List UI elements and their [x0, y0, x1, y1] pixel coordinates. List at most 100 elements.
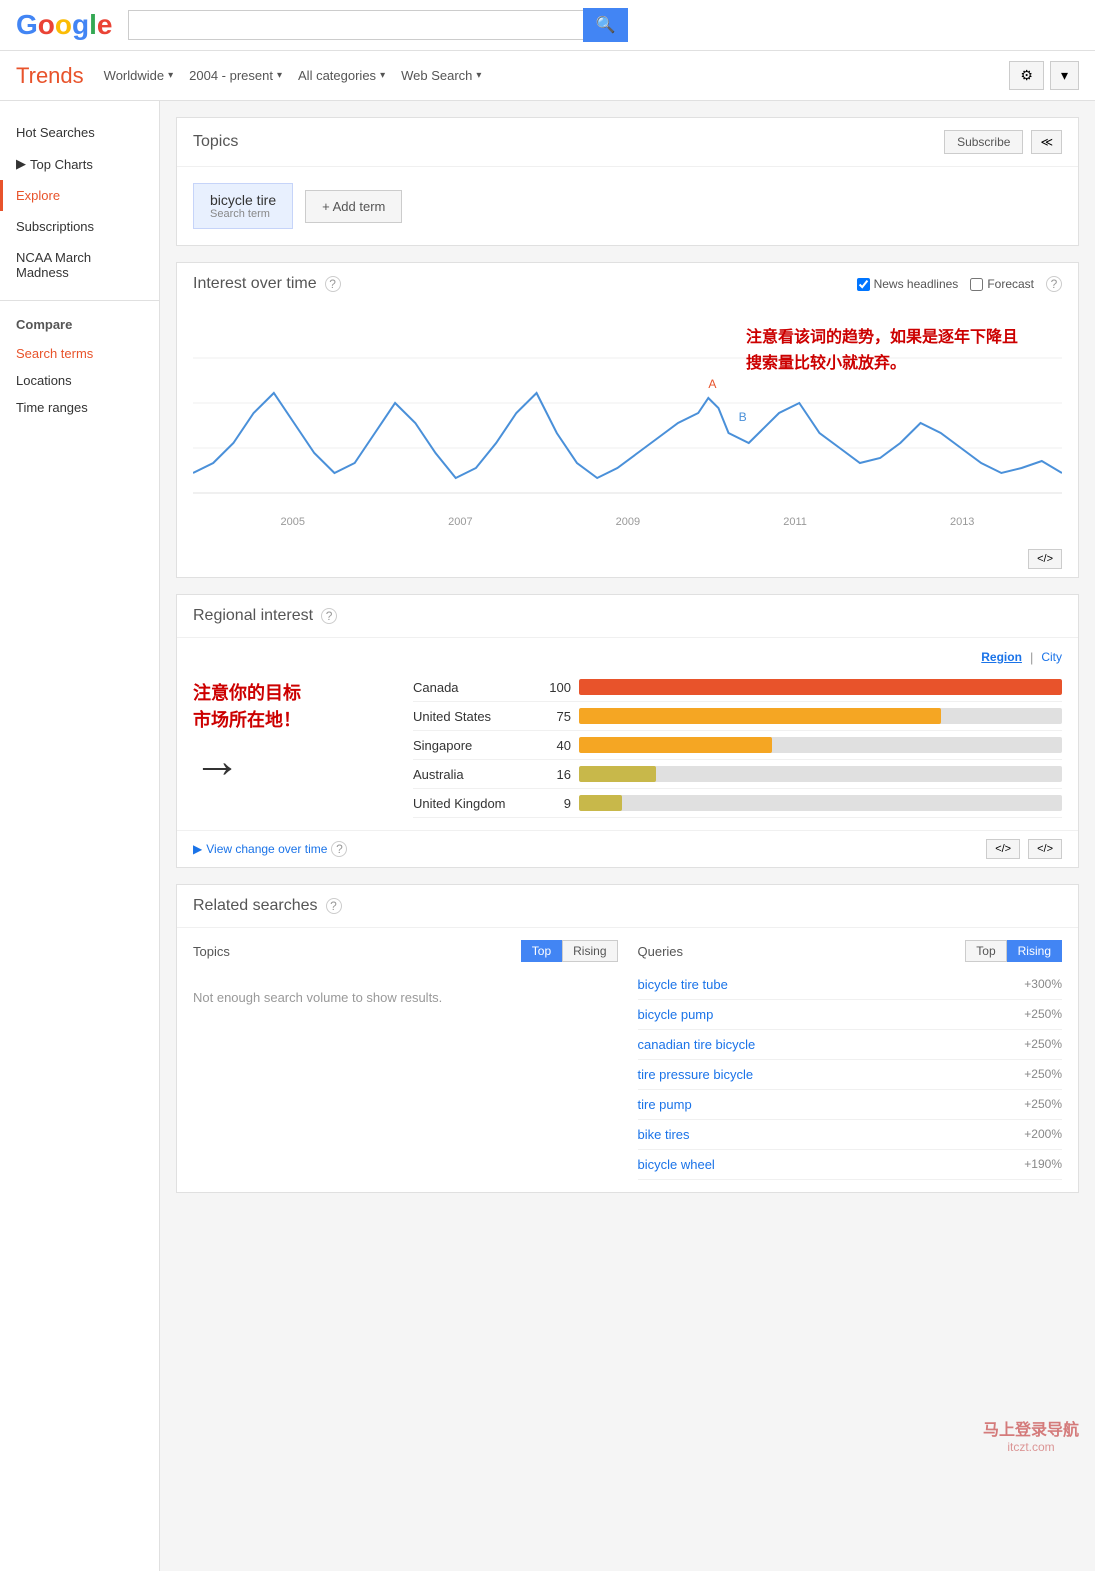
year-2005: 2005: [281, 516, 305, 528]
chart-area: 注意看该词的趋势，如果是逐年下降且搜索量比较小就放弃。 A B 2005 200…: [177, 305, 1078, 545]
regional-embed-button-left[interactable]: </>: [986, 839, 1020, 859]
share-button[interactable]: ≪: [1031, 130, 1062, 154]
query-link[interactable]: tire pump: [638, 1097, 692, 1112]
list-item: bicycle tire tube +300%: [638, 970, 1063, 1000]
regional-interest-card: Regional interest ? 注意你的目标市场所在地！ → Regio…: [176, 594, 1079, 868]
list-item: tire pump +250%: [638, 1090, 1063, 1120]
topics-label: Topics: [193, 944, 230, 959]
country-score: 75: [541, 709, 571, 724]
related-queries-col: Queries Top Rising bicycle tire tube +30…: [638, 940, 1063, 1180]
query-link[interactable]: tire pressure bicycle: [638, 1067, 754, 1082]
topics-top-button[interactable]: Top: [521, 940, 562, 962]
content: Topics Subscribe ≪ bicycle tire Search t…: [160, 101, 1095, 1571]
interest-help-icon[interactable]: ?: [325, 276, 341, 292]
related-body: Topics Top Rising Not enough search volu…: [177, 928, 1078, 1192]
queries-top-button[interactable]: Top: [965, 940, 1006, 962]
country-name: United States: [413, 709, 533, 724]
annotation-text: 注意你的目标市场所在地！: [193, 680, 393, 734]
arrow-right-icon: →: [193, 734, 393, 789]
region-link[interactable]: Region: [981, 650, 1022, 665]
search-button[interactable]: 🔍: [583, 8, 629, 42]
chevron-down-icon: ▾: [168, 70, 173, 81]
regional-annotation: 注意你的目标市场所在地！ →: [193, 650, 393, 818]
topic-pill[interactable]: bicycle tire Search term: [193, 183, 293, 229]
topics-rising-button[interactable]: Rising: [562, 940, 617, 962]
regional-help-icon[interactable]: ?: [321, 608, 337, 624]
query-link[interactable]: bicycle wheel: [638, 1157, 715, 1172]
country-score: 16: [541, 767, 571, 782]
related-queries-header: Queries Top Rising: [638, 940, 1063, 962]
topics-actions: Subscribe ≪: [944, 130, 1062, 154]
list-item: bicycle pump +250%: [638, 1000, 1063, 1030]
search-input[interactable]: [128, 10, 582, 40]
add-term-button[interactable]: + Add term: [305, 190, 402, 223]
sidebar-item-explore[interactable]: Explore: [0, 180, 159, 211]
nav-worldwide[interactable]: Worldwide ▾: [104, 68, 173, 83]
sidebar-compare-section: Compare Search terms Locations Time rang…: [0, 300, 159, 421]
country-score: 100: [541, 680, 571, 695]
year-2011: 2011: [783, 516, 807, 528]
sidebar-item-top-charts[interactable]: ▶ Top Charts: [0, 148, 159, 180]
news-headlines-label[interactable]: News headlines: [857, 277, 959, 291]
topic-pill-name: bicycle tire: [210, 192, 276, 208]
regional-embed-button-right[interactable]: </>: [1028, 839, 1062, 859]
country-bar-bg: [579, 708, 1062, 724]
query-link[interactable]: bicycle pump: [638, 1007, 714, 1022]
related-searches-header: Related searches ?: [177, 885, 1078, 928]
table-row: Canada 100: [413, 673, 1062, 702]
country-bar: [579, 795, 622, 811]
query-pct: +190%: [1024, 1157, 1062, 1172]
query-link[interactable]: bicycle tire tube: [638, 977, 728, 992]
regional-body: 注意你的目标市场所在地！ → Region | City Canada 100: [177, 638, 1078, 830]
svg-text:B: B: [739, 410, 747, 424]
trends-nav: Worldwide ▾ 2004 - present ▾ All categor…: [104, 68, 990, 83]
related-topics-col: Topics Top Rising Not enough search volu…: [193, 940, 618, 1180]
query-link[interactable]: bike tires: [638, 1127, 690, 1142]
list-item: tire pressure bicycle +250%: [638, 1060, 1063, 1090]
nav-date[interactable]: 2004 - present ▾: [189, 68, 282, 83]
sidebar-item-locations[interactable]: Locations: [0, 367, 159, 394]
chevron-down-icon: ▾: [380, 70, 385, 81]
forecast-label[interactable]: Forecast: [970, 277, 1034, 291]
chart-years: 2005 2007 2009 2011 2013: [193, 516, 1062, 528]
topics-card: Topics Subscribe ≪ bicycle tire Search t…: [176, 117, 1079, 246]
regional-table: Region | City Canada 100 United States: [413, 650, 1062, 818]
related-help-icon[interactable]: ?: [326, 898, 342, 914]
country-bar-bg: [579, 679, 1062, 695]
sidebar-item-ncaa[interactable]: NCAA March Madness: [0, 242, 159, 288]
regional-title-row: Regional interest ?: [193, 607, 337, 625]
subscribe-button[interactable]: Subscribe: [944, 130, 1023, 154]
google-logo: Google: [16, 9, 112, 41]
search-bar: 🔍: [128, 8, 628, 42]
view-change-link[interactable]: ▶ View change over time ?: [193, 841, 347, 857]
related-searches-card: Related searches ? Topics Top Rising Not…: [176, 884, 1079, 1193]
nav-categories[interactable]: All categories ▾: [298, 68, 385, 83]
chevron-down-icon: ▾: [476, 70, 481, 81]
sidebar-item-hot-searches[interactable]: Hot Searches: [0, 117, 159, 148]
country-bar-bg: [579, 737, 1062, 753]
svg-text:A: A: [708, 377, 717, 391]
forecast-checkbox[interactable]: [970, 278, 983, 291]
query-pct: +250%: [1024, 1097, 1062, 1112]
trends-bar: Trends Worldwide ▾ 2004 - present ▾ All …: [0, 51, 1095, 101]
header: Google 🔍: [0, 0, 1095, 51]
nav-search-type[interactable]: Web Search ▾: [401, 68, 481, 83]
regional-interest-header: Regional interest ?: [177, 595, 1078, 638]
chart-embed-button[interactable]: </>: [1028, 549, 1062, 569]
settings-button[interactable]: ⚙: [1009, 61, 1044, 90]
view-change-row: ▶ View change over time ? </> </>: [177, 830, 1078, 867]
queries-rising-button[interactable]: Rising: [1007, 940, 1062, 962]
trends-settings: ⚙ ▾: [1009, 61, 1079, 90]
sidebar-item-search-terms[interactable]: Search terms: [0, 340, 159, 367]
query-pct: +250%: [1024, 1037, 1062, 1052]
no-data-text: Not enough search volume to show results…: [193, 970, 618, 1025]
city-link[interactable]: City: [1041, 650, 1062, 665]
news-headlines-checkbox[interactable]: [857, 278, 870, 291]
view-change-help-icon[interactable]: ?: [331, 841, 347, 857]
forecast-help-icon[interactable]: ?: [1046, 276, 1062, 292]
sidebar-item-time-ranges[interactable]: Time ranges: [0, 394, 159, 421]
sidebar: Hot Searches ▶ Top Charts Explore Subscr…: [0, 101, 160, 1571]
query-link[interactable]: canadian tire bicycle: [638, 1037, 756, 1052]
sidebar-item-subscriptions[interactable]: Subscriptions: [0, 211, 159, 242]
settings-arrow-button[interactable]: ▾: [1050, 61, 1079, 90]
